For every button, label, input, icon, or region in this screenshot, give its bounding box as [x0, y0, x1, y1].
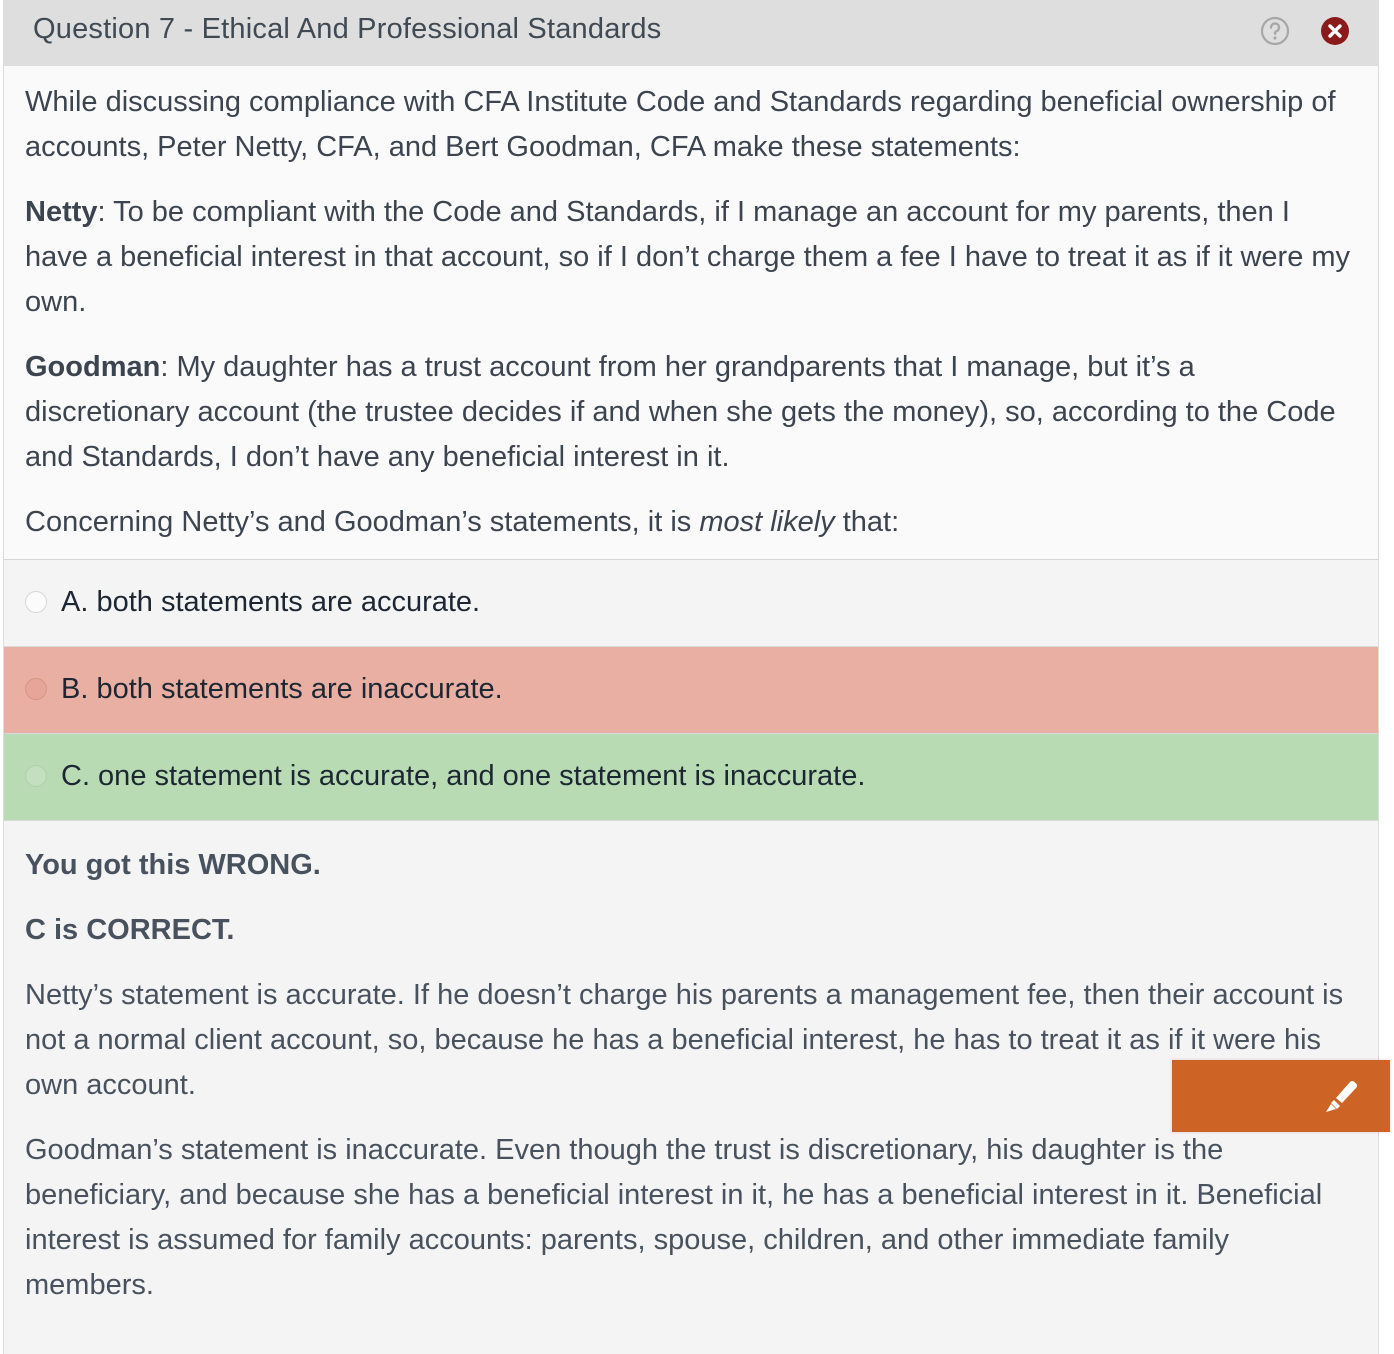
speaker-netty: Netty — [25, 196, 98, 228]
option-a[interactable]: A. both statements are accurate. — [4, 560, 1378, 647]
prompt-emphasis: most likely — [699, 506, 835, 538]
option-b-label: B. both statements are inaccurate. — [61, 673, 503, 705]
question-intro: While discussing compliance with CFA Ins… — [25, 86, 1336, 163]
statement-netty: Netty: To be compliant with the Code and… — [25, 190, 1358, 325]
option-b-radio[interactable] — [25, 678, 47, 700]
question-stem: While discussing compliance with CFA Ins… — [4, 66, 1378, 560]
option-c-radio[interactable] — [25, 765, 47, 787]
statement-goodman-text: : My daughter has a trust account from h… — [25, 351, 1336, 473]
statement-netty-text: : To be compliant with the Code and Stan… — [25, 196, 1351, 318]
question-title: Question 7 - Ethical And Professional St… — [33, 13, 662, 45]
title-bar: Question 7 - Ethical And Professional St… — [4, 0, 1378, 66]
option-b[interactable]: B. both statements are inaccurate. — [4, 647, 1378, 734]
speaker-goodman: Goodman — [25, 351, 161, 383]
option-c-label: C. one statement is accurate, and one st… — [61, 760, 866, 792]
question-window: Question 7 - Ethical And Professional St… — [3, 0, 1379, 1354]
question-prompt: Concerning Netty’s and Goodman’s stateme… — [25, 506, 900, 538]
option-a-label: A. both statements are accurate. — [61, 586, 481, 618]
option-a-radio[interactable] — [25, 591, 47, 613]
correct-answer-text: C is CORRECT. — [25, 914, 235, 946]
explanation-goodman: Goodman’s statement is inaccurate. Even … — [25, 1134, 1323, 1301]
explanation-netty: Netty’s statement is accurate. If he doe… — [25, 979, 1344, 1101]
highlighter-pen-icon — [1326, 1080, 1358, 1112]
highlighter-button[interactable] — [1172, 1060, 1390, 1132]
result-text: You got this WRONG. — [25, 849, 321, 881]
statement-goodman: Goodman: My daughter has a trust account… — [25, 345, 1358, 480]
question-circle-icon[interactable] — [1260, 16, 1290, 46]
option-c[interactable]: C. one statement is accurate, and one st… — [4, 734, 1378, 821]
close-circle-icon[interactable] — [1320, 16, 1350, 46]
